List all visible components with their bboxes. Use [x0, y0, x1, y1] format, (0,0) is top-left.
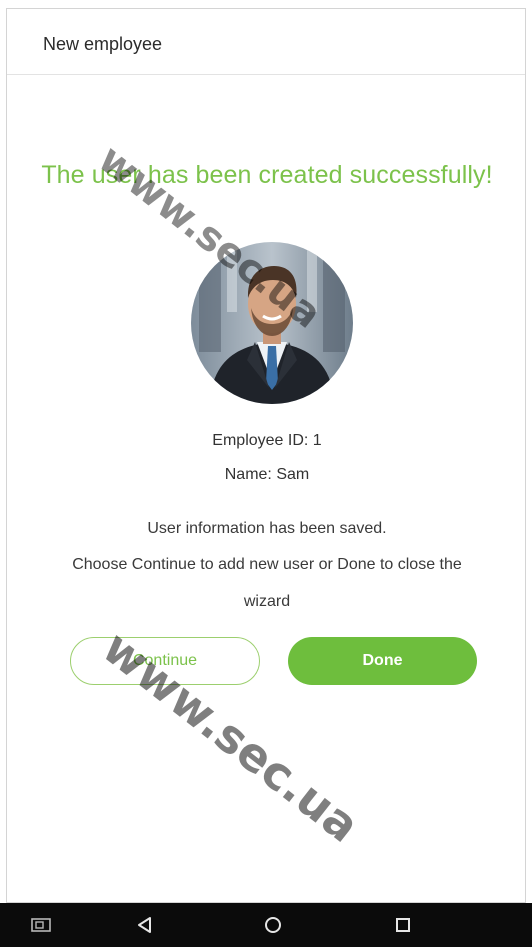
employee-created-screen: New employee The user has been created s…	[0, 0, 532, 947]
done-button[interactable]: Done	[288, 637, 477, 685]
employee-avatar	[191, 242, 353, 404]
recent-apps-icon[interactable]	[388, 911, 418, 939]
page-title: New employee	[43, 34, 163, 54]
employee-name-value: Sam	[276, 466, 310, 483]
system-nav-bar	[0, 903, 532, 947]
employee-id-line: Employee ID: 1	[7, 432, 527, 450]
employee-name-label: Name:	[224, 466, 272, 483]
screenshot-icon[interactable]	[26, 911, 56, 939]
info-text-line-1: User information has been saved.	[147, 520, 387, 537]
continue-button[interactable]: Continue	[70, 637, 260, 685]
employee-name-line: Name: Sam	[7, 466, 527, 484]
info-text-line-3: wizard	[243, 593, 291, 610]
home-icon[interactable]	[258, 911, 288, 939]
app-header: New employee	[7, 9, 525, 75]
success-message: The user has been created successfully!	[41, 161, 493, 189]
back-icon[interactable]	[130, 911, 160, 939]
employee-id-value: 1	[312, 432, 322, 449]
app-window: New employee The user has been created s…	[6, 8, 526, 903]
info-text-line-2: Choose Continue to add new user or Done …	[72, 556, 462, 573]
employee-id-label: Employee ID:	[212, 432, 309, 449]
